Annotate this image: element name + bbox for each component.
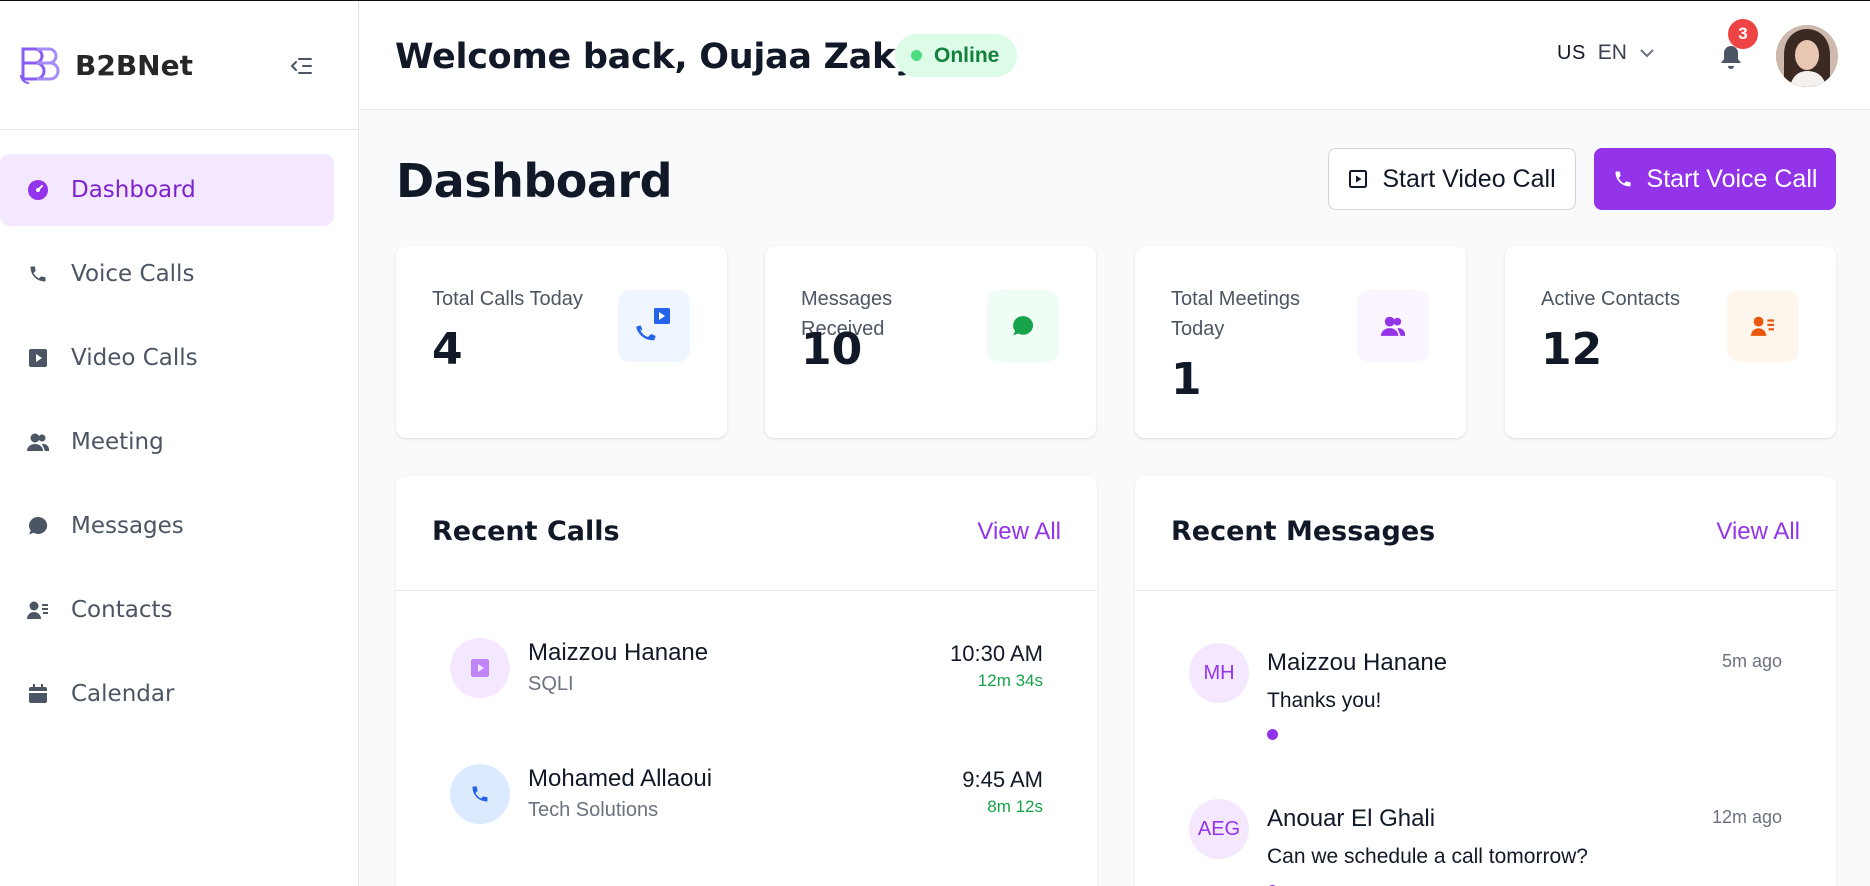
stat-value: 1	[1171, 354, 1202, 405]
video-call-icon	[450, 638, 510, 698]
view-all-messages-link[interactable]: View All	[1716, 518, 1800, 546]
notification-badge: 3	[1728, 19, 1758, 49]
avatar[interactable]	[1776, 25, 1838, 87]
sender-name: Maizzou Hanane	[1267, 649, 1448, 676]
message-preview: Thanks you!	[1267, 689, 1382, 712]
status-badge: Online	[895, 34, 1018, 77]
dashboard-icon	[26, 178, 50, 202]
call-time: 10:30 AM	[950, 641, 1043, 666]
panel-title: Recent Calls	[432, 516, 620, 547]
stat-label: Active Contacts	[1541, 288, 1680, 310]
start-video-call-button[interactable]: Start Video Call	[1328, 148, 1576, 210]
sidebar-item-label: Contacts	[71, 597, 173, 623]
sidebar-item-dashboard[interactable]: Dashboard	[0, 154, 334, 226]
sender-name: Anouar El Ghali	[1267, 805, 1436, 832]
calls-icon	[618, 290, 690, 362]
welcome-message: Welcome back, Oujaa Zakya	[395, 37, 941, 77]
recent-messages-panel: Recent Messages View All MH Maizzou Hana…	[1135, 476, 1836, 886]
top-header: Welcome back, Oujaa Zakya Online US EN 3	[360, 1, 1870, 110]
status-label: Online	[934, 43, 1000, 67]
unread-dot-icon	[1267, 729, 1278, 740]
call-duration: 12m 34s	[977, 671, 1043, 690]
call-row[interactable]: Maizzou Hanane SQLI 10:30 AM 12m 34s	[450, 629, 1043, 709]
sidebar-item-label: Meeting	[71, 429, 164, 455]
panel-header: Recent Messages View All	[1135, 476, 1836, 591]
panel-title: Recent Messages	[1171, 516, 1436, 547]
logo-icon[interactable]	[17, 43, 61, 87]
sidebar-item-contacts[interactable]: Contacts	[0, 574, 334, 646]
sidebar-item-messages[interactable]: Messages	[0, 490, 334, 562]
call-time: 9:45 AM	[962, 767, 1043, 792]
app: B2BNet Dashboard Voice Calls Video Calls…	[0, 1, 1870, 886]
sidebar-item-calendar[interactable]: Calendar	[0, 658, 334, 730]
users-icon	[26, 430, 50, 454]
start-voice-call-button[interactable]: Start Voice Call	[1594, 148, 1836, 210]
stat-card-contacts: Active Contacts 12	[1505, 246, 1836, 438]
message-preview: Can we schedule a call tomorrow?	[1267, 845, 1588, 868]
sidebar-item-label: Calendar	[71, 681, 175, 707]
language-code: EN	[1597, 41, 1627, 64]
chat-icon	[26, 514, 50, 538]
avatar: MH	[1189, 643, 1249, 703]
caller-name: Mohamed Allaoui	[528, 765, 713, 792]
stat-card-calls: Total Calls Today 4	[396, 246, 727, 438]
calendar-icon	[26, 682, 50, 706]
avatar: AEG	[1189, 799, 1249, 859]
video-icon	[26, 346, 50, 370]
view-all-calls-link[interactable]: View All	[977, 518, 1061, 546]
stat-value: 12	[1541, 324, 1603, 375]
flag-icon: US	[1557, 41, 1586, 64]
collapse-sidebar-icon[interactable]	[288, 53, 314, 79]
sidebar-item-label: Video Calls	[71, 345, 198, 371]
stat-label: Total Calls Today	[432, 288, 583, 310]
phone-icon	[1615, 171, 1631, 187]
contacts-icon	[26, 598, 50, 622]
chevron-down-icon	[1640, 49, 1654, 58]
sidebar-item-video-calls[interactable]: Video Calls	[0, 322, 334, 394]
message-row[interactable]: MH Maizzou Hanane Thanks you! 5m ago	[1189, 643, 1782, 763]
call-row[interactable]: Mohamed Allaoui Tech Solutions 9:45 AM 8…	[450, 755, 1043, 835]
online-dot-icon	[911, 50, 922, 61]
start-video-call-label: Start Video Call	[1382, 164, 1556, 193]
video-icon	[1349, 170, 1368, 188]
page-title: Dashboard	[396, 154, 673, 208]
sidebar-item-label: Messages	[71, 513, 184, 539]
sidebar: B2BNet Dashboard Voice Calls Video Calls…	[0, 1, 359, 886]
sidebar-item-meeting[interactable]: Meeting	[0, 406, 334, 478]
message-time: 12m ago	[1711, 807, 1782, 827]
caller-company: SQLI	[528, 673, 574, 695]
voice-call-icon	[450, 764, 510, 824]
stats-cards: Total Calls Today 4 Messages Received 10…	[396, 246, 1836, 438]
call-duration: 8m 12s	[987, 797, 1043, 816]
caller-company: Tech Solutions	[528, 799, 659, 821]
sidebar-nav: Dashboard Voice Calls Video Calls Meetin…	[0, 130, 358, 730]
sidebar-header: B2BNet	[0, 1, 358, 130]
contacts-icon	[1727, 290, 1799, 362]
message-row[interactable]: AEG Anouar El Ghali Can we schedule a ca…	[1189, 799, 1782, 886]
stat-card-messages: Messages Received 10	[765, 246, 1096, 438]
message-time: 5m ago	[1721, 651, 1782, 671]
caller-name: Maizzou Hanane	[528, 639, 709, 666]
panel-header: Recent Calls View All	[396, 476, 1097, 591]
stat-label: Total Meetings Today	[1171, 288, 1300, 340]
brand-name: B2BNet	[75, 48, 193, 82]
chat-icon	[987, 290, 1059, 362]
stat-value: 4	[432, 324, 463, 375]
stat-value: 10	[801, 324, 863, 375]
sidebar-item-label: Dashboard	[71, 177, 196, 203]
phone-icon	[26, 262, 50, 286]
language-selector[interactable]: US EN	[1557, 41, 1655, 65]
sidebar-item-label: Voice Calls	[71, 261, 195, 287]
users-icon	[1357, 290, 1429, 362]
start-voice-call-label: Start Voice Call	[1646, 164, 1818, 193]
recent-calls-panel: Recent Calls View All Maizzou Hanane SQL…	[396, 476, 1097, 886]
sidebar-item-voice-calls[interactable]: Voice Calls	[0, 238, 334, 310]
stat-card-meetings: Total Meetings Today 1	[1135, 246, 1466, 438]
